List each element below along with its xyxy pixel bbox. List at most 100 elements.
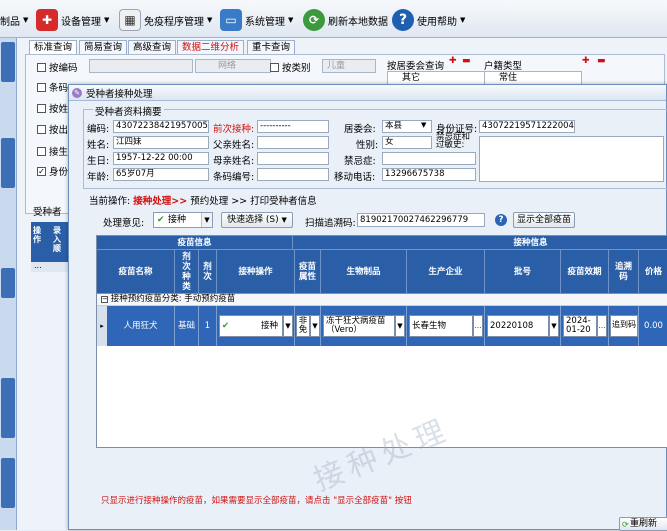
remove-icon[interactable]: ▬ [597,56,606,66]
toolbar-item-device[interactable]: ✚ 设备管理 ▼ [36,6,109,34]
tab-standard-query[interactable]: 标准查询 [29,40,78,54]
chevron-down-icon[interactable]: ▼ [549,315,559,337]
expiry-field[interactable]: 2024-01-20 [563,315,597,337]
syringe-icon: ✎ [72,87,82,98]
product-select[interactable]: 冻干狂犬病疫苗（Vero） [323,315,395,337]
checkbox-by-name[interactable]: 按姓 [37,101,68,115]
mother-name-field[interactable] [257,152,329,165]
checkbox-by-birth[interactable]: 按出 [37,122,68,136]
cell-attr[interactable]: 非免 ▼ [295,306,321,346]
category-combo[interactable]: 儿童 [322,59,376,73]
cell-vaccine-name: 人用狂犬 [107,306,175,346]
toolbar-item-system[interactable]: ▭ 系统管理 ▼ [220,6,293,34]
attr-select[interactable]: 非免 [296,315,310,337]
dialog-titlebar: ✎ 受种者接种处理 [69,85,666,101]
checkbox-delivery[interactable]: 接生 [37,144,68,158]
household-list-item[interactable]: 常住 [484,71,582,85]
add-icon[interactable]: ✚ [582,56,590,66]
col-header-vaccine-name: 疫苗名称 [97,250,175,294]
add-icon[interactable]: ✚ [449,56,457,66]
id-number-field[interactable]: 430722195712220044 [479,120,575,133]
show-all-vaccines-button[interactable]: 显示全部疫苗 [513,212,575,228]
step-print[interactable]: 打印受种者信息 [250,196,317,207]
household-type-label: 户籍类型 [484,61,523,72]
col-header-maker: 生产企业 [407,250,485,294]
chevron-down-icon[interactable]: ▼ [310,315,320,337]
checkbox-id[interactable]: ✓ 身份 [37,164,68,178]
col-header-batch: 批号 [485,250,561,294]
cell-operation[interactable]: ✔ 接种 ▼ [217,306,295,346]
help-icon[interactable]: ? [495,214,507,226]
row-indicator-icon: ▸ [97,306,107,346]
nav-segment[interactable] [1,458,15,508]
nav-segment[interactable] [1,138,15,188]
group-header-vaccination-info: 接种信息 [293,236,667,250]
chevron-down-icon: ▼ [201,213,212,227]
prev-vaccination-field[interactable]: ---------- [257,120,329,133]
toolbar-item-vaccine[interactable]: 制品 ▼ [0,6,28,34]
operation-select[interactable]: ✔ 接种 [219,315,283,337]
tab-card-query[interactable]: 重卡查询 [247,40,296,54]
code-input[interactable] [89,59,193,73]
cell-maker[interactable]: 长春生物 … [407,306,485,346]
scan-trace-input[interactable]: 81902170027462296779 [357,213,485,227]
nav-segment[interactable] [1,268,15,298]
forbid-label: 禁忌症: [344,156,376,167]
father-name-field[interactable] [257,136,329,149]
toolbar-item-schedule[interactable]: ▦ 免疫程序管理 ▼ [119,6,212,34]
forbid-field[interactable] [382,152,476,165]
barcode-field[interactable] [257,168,329,181]
opinion-select[interactable]: ✔ 接种 ▼ [153,212,213,228]
trace-code-button[interactable]: 追到码 [610,315,638,337]
step-appointment[interactable]: 预约处理 >> [190,196,247,207]
nav-segment[interactable] [1,378,15,438]
code-field[interactable]: 430722384219570055 [113,120,209,133]
device-icon: ✚ [36,9,58,31]
remove-icon[interactable]: ▬ [462,56,471,66]
ellipsis-icon[interactable]: … [473,315,483,337]
batch-select[interactable]: 20220108 [487,315,549,337]
maker-select[interactable]: 长春生物 [409,315,473,337]
main-toolbar: 制品 ▼ ✚ 设备管理 ▼ ▦ 免疫程序管理 ▼ ▭ 系统管理 ▼ ⟳ 刷新本地… [0,0,667,38]
toolbar-item-refresh[interactable]: ⟳ 刷新本地数据 [303,6,388,34]
age-field[interactable]: 65岁07月 [113,168,209,181]
contraindication-field[interactable] [479,136,664,182]
cell-dose-kind: 基础 [175,306,199,346]
committee-list-item[interactable]: 其它 [387,71,485,85]
tab-advanced-query[interactable]: 高级查询 [128,40,177,54]
cell-dose: 1 [199,306,217,346]
vaccine-grid: 疫苗信息 接种信息 疫苗名称 剂次种类 剂次 接种操作 疫苗属性 生物制品 生产… [96,235,667,448]
left-nav-strip [0,38,17,530]
mobile-field[interactable]: 13296675738 [382,168,476,181]
chevron-down-icon[interactable]: ▼ [283,315,293,337]
computer-icon: ▭ [220,9,242,31]
birth-field[interactable]: 1957-12-22 00:00 [113,152,209,165]
footer-note: 只显示进行接种操作的疫苗，如果需要显示全部疫苗，请点击 "显示全部疫苗" 按钮 [101,496,412,506]
network-combo[interactable]: 网络 [195,59,271,73]
chevron-down-icon[interactable]: ▼ [395,315,405,337]
checkbox-by-category[interactable]: 按类别 [270,60,311,74]
cell-product[interactable]: 冻干狂犬病疫苗（Vero） ▼ [321,306,407,346]
cell-price: 0.00 [639,306,667,346]
checkbox-by-code[interactable]: 按编码 [37,60,78,74]
refresh-button[interactable]: ⟳ 重刷新 [619,517,667,531]
name-field[interactable]: 江四妹 [113,136,209,149]
gender-field[interactable]: 女 [382,136,432,149]
toolbar-item-help[interactable]: ? 使用帮助 ▼ [392,6,465,34]
tab-simple-query[interactable]: 简易查询 [79,40,128,54]
collapse-icon[interactable]: − [101,296,108,303]
grid-row-ellipsis[interactable]: ... [31,262,71,272]
step-vaccinate[interactable]: 接种处理>> [133,196,187,207]
chevron-down-icon[interactable]: ▼ [421,121,426,129]
category-group-row[interactable]: − 接种预约疫苗分类: 手动预约疫苗 [97,294,667,306]
cell-expiry[interactable]: 2024-01-20 … [561,306,609,346]
grid-col-header: 操作 [33,226,41,244]
ellipsis-icon[interactable]: … [597,315,607,337]
nav-segment[interactable] [1,42,15,82]
quick-select-button[interactable]: 快速选择 (S) ▼ [221,212,293,228]
cell-batch[interactable]: 20220108 ▼ [485,306,561,346]
col-header-price: 价格 [639,250,667,294]
cell-trace[interactable]: 追到码 [609,306,639,346]
checkbox-barcode[interactable]: 条码 [37,80,68,94]
tab-2d-analysis[interactable]: 数据二维分析 [177,40,245,54]
